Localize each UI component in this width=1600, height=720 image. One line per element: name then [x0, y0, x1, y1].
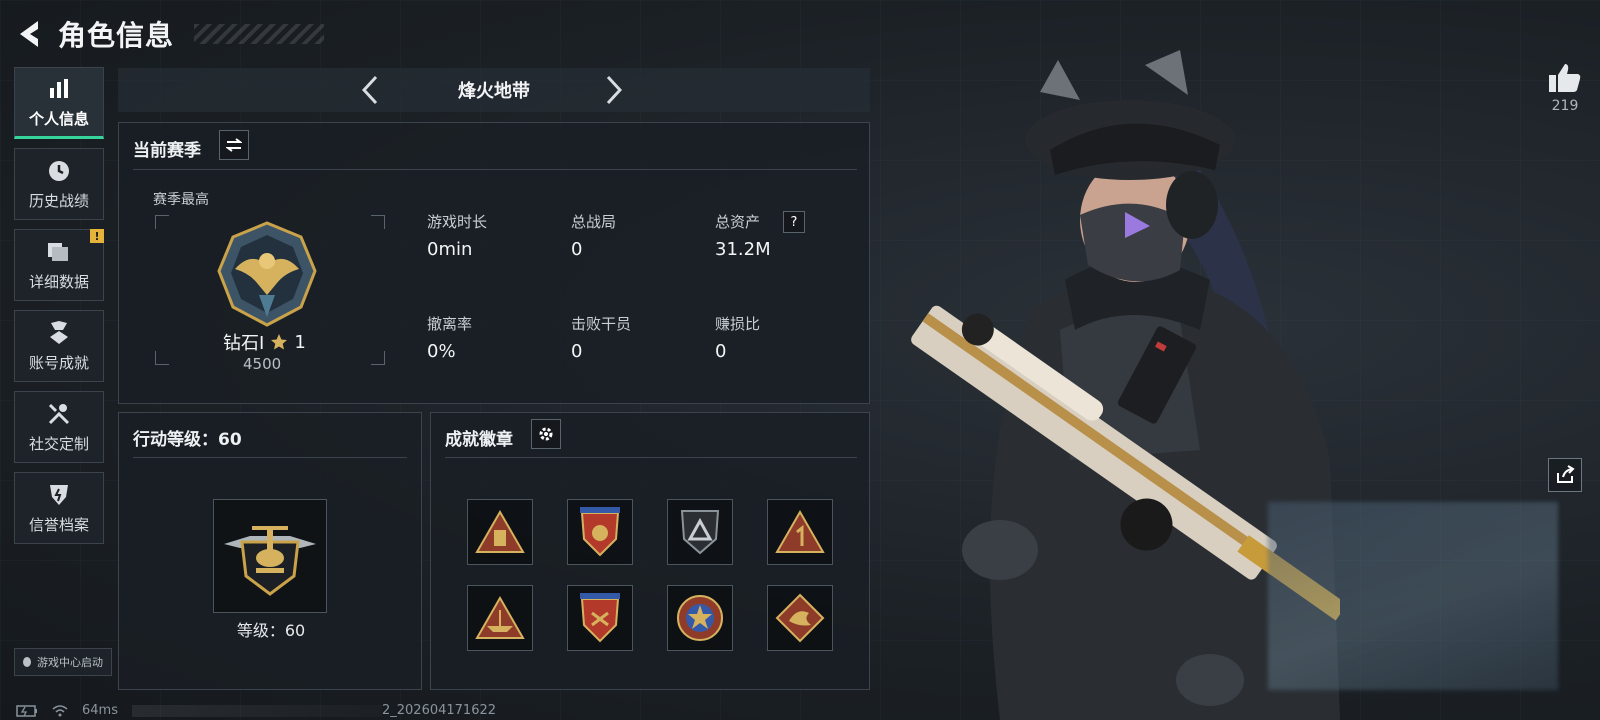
red-shield-stars-badge-icon [580, 507, 620, 557]
stat-label: 总战局 [571, 213, 617, 231]
stat-label: 击败干员 [571, 315, 632, 333]
stat-value: 0 [715, 341, 727, 362]
page-header: 角色信息 [14, 14, 325, 54]
sidebar-item-label: 个人信息 [28, 109, 89, 128]
achievement-icon [46, 320, 72, 346]
season-switch-button[interactable] [219, 130, 249, 160]
share-icon [1557, 465, 1575, 483]
share-button[interactable] [1548, 458, 1582, 492]
level-label: 等级：60 [236, 621, 306, 640]
achievement-badge-6[interactable] [567, 585, 633, 651]
folder-icon [46, 239, 72, 265]
stat-value: 0% [427, 341, 456, 362]
stat-label: 游戏时长 [427, 213, 488, 231]
sidebar-item-social-custom[interactable]: 社交定制 [14, 391, 104, 463]
sidebar-item-label: 账号成就 [28, 353, 89, 372]
bar-chart-icon [46, 76, 72, 102]
stat-value: 31.2M [715, 239, 771, 260]
warning-badge: ! [90, 229, 104, 243]
gear-icon [539, 427, 553, 441]
rank-points: 4500 [243, 355, 282, 373]
like-button[interactable] [1540, 62, 1590, 94]
wifi-icon [52, 704, 68, 716]
sidebar-item-label: 信誉档案 [28, 515, 89, 534]
level-panel-title: 行动等级：60 [133, 430, 242, 450]
tools-icon [46, 401, 72, 427]
star-emblem-badge-icon [677, 595, 723, 641]
sidebar-item-detailed-data[interactable]: ! 详细数据 [14, 229, 104, 301]
chevron-left-icon [362, 75, 378, 105]
battery-icon [16, 704, 37, 717]
season-divider [133, 169, 857, 170]
achievement-badge-8[interactable] [767, 585, 833, 651]
stat-label: 撤离率 [427, 315, 473, 333]
blurred-id [131, 704, 382, 717]
sidebar-item-account-achievements[interactable]: 账号成就 [14, 310, 104, 382]
achievement-divider [445, 457, 857, 458]
rank-name: 钻石Ⅰ [223, 333, 265, 354]
season-panel-title: 当前赛季 [133, 141, 201, 161]
achievement-badge-2[interactable] [567, 499, 633, 565]
sidebar-item-reputation[interactable]: 信誉档案 [14, 472, 104, 544]
qq-icon [23, 657, 31, 667]
achievement-badge-5[interactable] [467, 585, 533, 651]
mode-selector: 烽火地带 [118, 68, 870, 112]
shield-stars-badge-icon [580, 593, 620, 643]
sidebar-item-label: 详细数据 [28, 272, 89, 291]
title-decoration [194, 24, 325, 44]
game-center-launch-chip[interactable]: 游戏中心启动 [14, 648, 112, 676]
chevron-right-icon [606, 75, 622, 105]
stat-value: 0 [571, 239, 583, 260]
level-emblem-frame [213, 499, 327, 613]
rank-stars: 1 [294, 331, 306, 353]
stat-value: 0min [427, 239, 473, 260]
sidebar-item-label: 社交定制 [28, 434, 89, 453]
prev-mode-button[interactable] [350, 70, 390, 110]
level-divider [133, 457, 407, 458]
rank-name-row: 钻石Ⅰ 1 [223, 329, 306, 355]
diamond-rank-emblem-icon [217, 221, 317, 327]
ping-value: 64ms [82, 703, 118, 718]
red-triangle-one-badge-icon [775, 510, 825, 553]
back-arrow-icon [20, 21, 38, 47]
helicopter-level-emblem-icon [224, 526, 316, 596]
dark-shield-triangle-badge-icon [680, 510, 720, 555]
dragon-diamond-badge-icon [775, 593, 825, 643]
achievement-badge-1[interactable] [467, 499, 533, 565]
build-id: 2_202604171622 [381, 703, 497, 718]
level-panel: 行动等级：60 等级：60 [118, 412, 422, 690]
thumbs-up-icon [1549, 64, 1581, 92]
achievement-panel: 成就徽章 [430, 412, 870, 690]
mode-title: 烽火地带 [458, 81, 530, 102]
star-icon [271, 334, 288, 350]
status-bar: 64ms 2_202604171622 [16, 703, 496, 718]
achievement-badge-4[interactable] [767, 499, 833, 565]
triangle-cup-badge-icon [475, 510, 525, 553]
blurred-overlay [1268, 502, 1558, 690]
total-assets-help-button[interactable]: ? [783, 211, 805, 233]
stat-label: 赚损比 [715, 315, 761, 333]
season-panel: 当前赛季 赛季最高 钻石Ⅰ 1 4500 游戏时长 0min 总战局 0 总资产… [118, 122, 870, 404]
achievement-badge-3[interactable] [667, 499, 733, 565]
page-title: 角色信息 [58, 19, 175, 52]
back-button[interactable] [14, 17, 44, 51]
stat-label: 总资产 [715, 213, 761, 231]
season-best-label: 赛季最高 [153, 192, 209, 208]
like-count: 219 [1551, 98, 1579, 114]
next-mode-button[interactable] [594, 70, 634, 110]
sidebar-item-personal-info[interactable]: 个人信息 [14, 67, 104, 139]
shield-icon [46, 482, 72, 508]
achievement-panel-title: 成就徽章 [445, 430, 513, 450]
stat-value: 0 [571, 341, 583, 362]
history-clock-icon [46, 158, 72, 184]
launch-label: 游戏中心启动 [37, 656, 103, 669]
achievement-settings-button[interactable] [531, 419, 561, 449]
sidebar-item-history[interactable]: 历史战绩 [14, 148, 104, 220]
swap-icon [226, 138, 242, 152]
achievement-badge-7[interactable] [667, 585, 733, 651]
sidebar-item-label: 历史战绩 [28, 191, 89, 210]
triangle-boat-badge-icon [475, 596, 525, 639]
sidebar-nav: 个人信息 历史战绩 ! 详细数据 账号成就 社交定制 信誉档案 [14, 67, 106, 553]
like-area: 219 [1540, 62, 1590, 114]
